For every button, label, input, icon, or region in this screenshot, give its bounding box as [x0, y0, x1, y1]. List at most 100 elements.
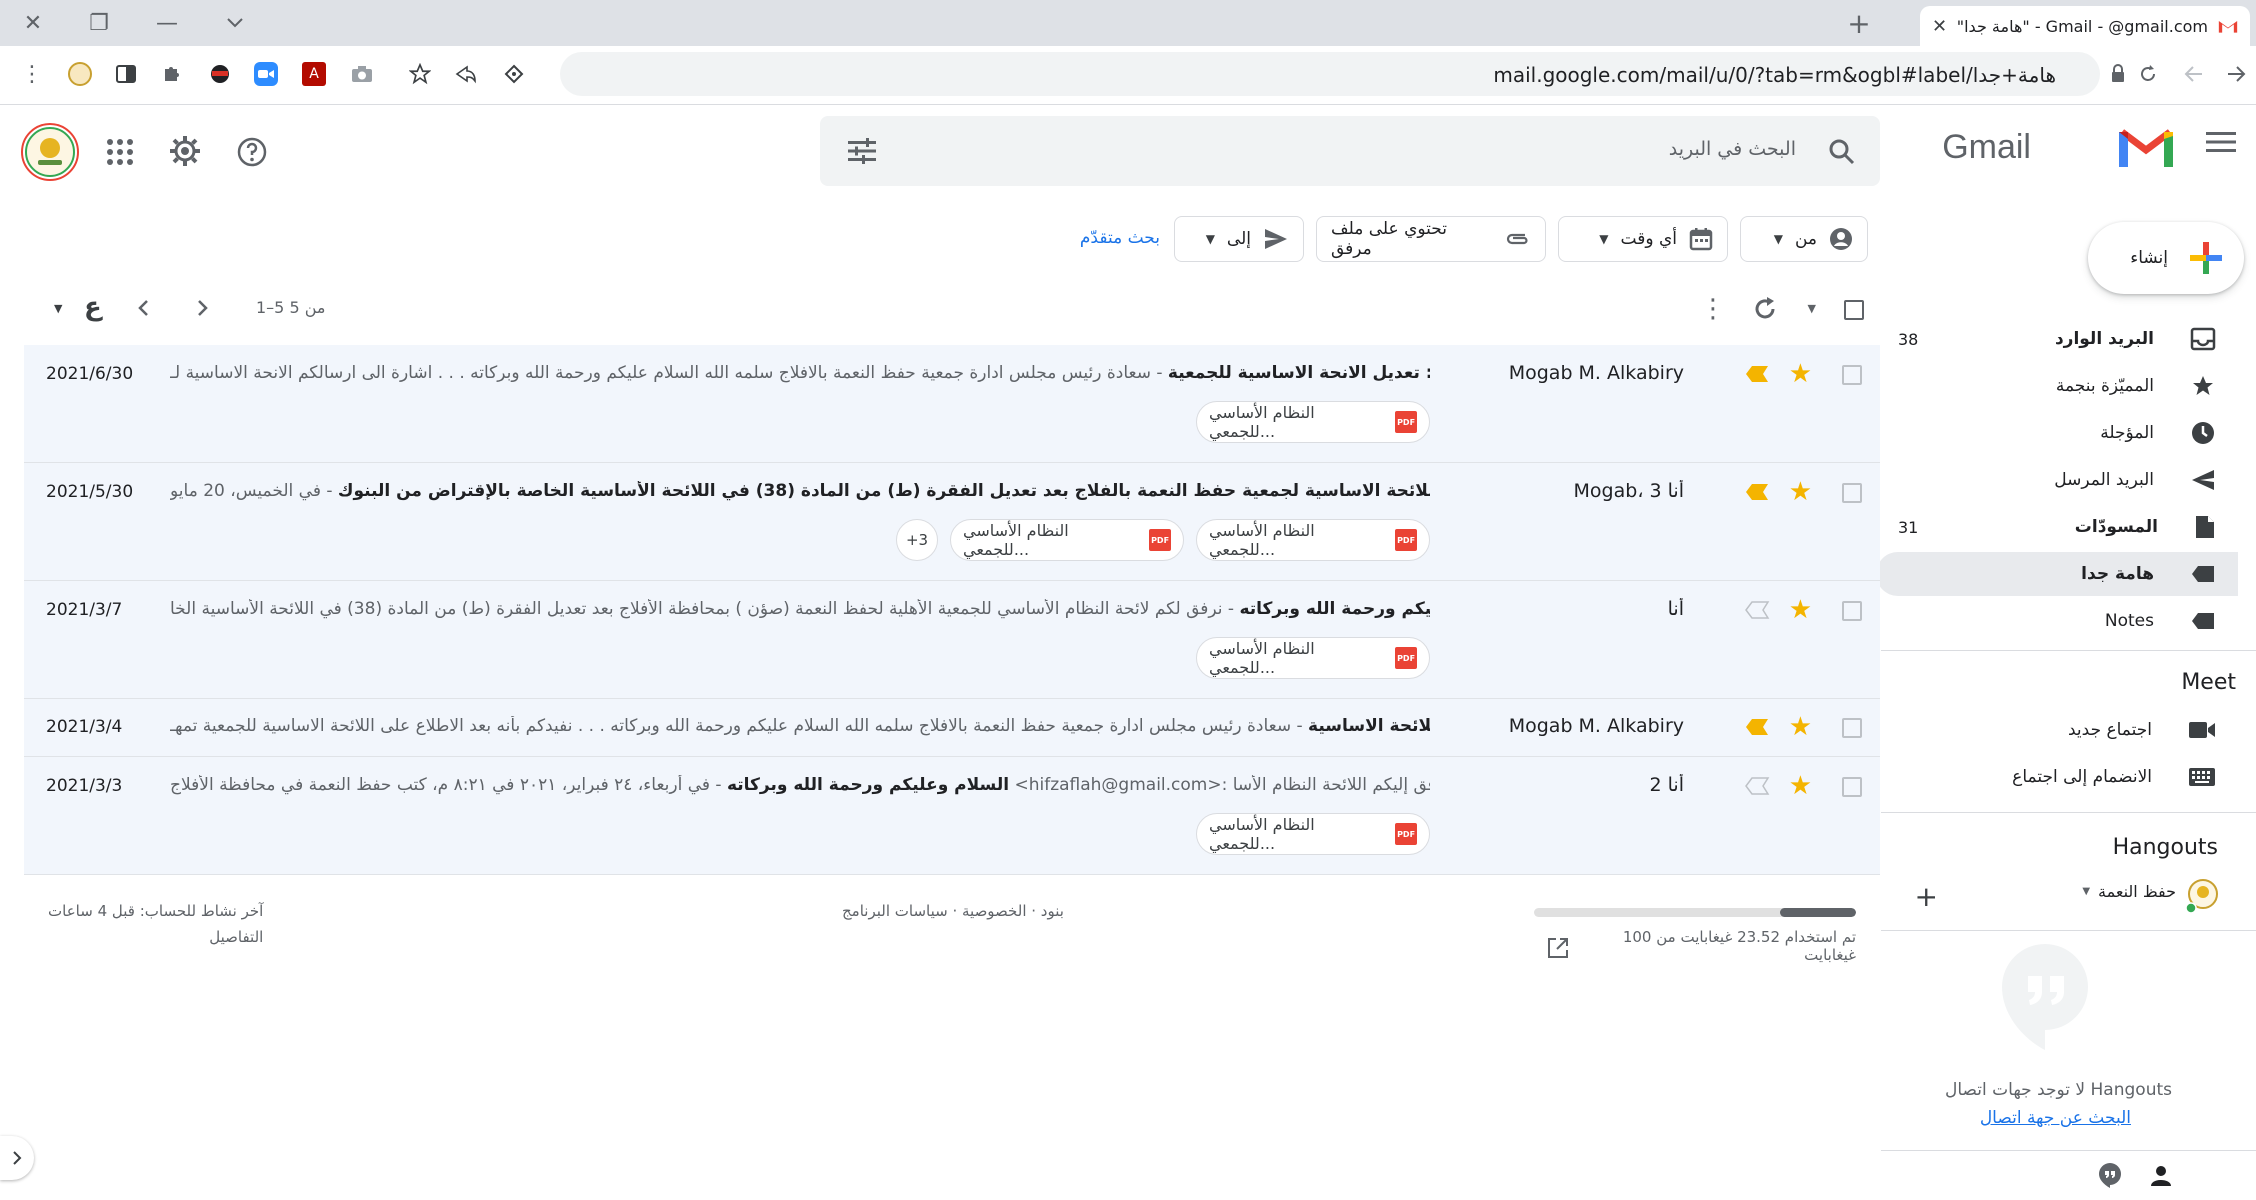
close-window-icon[interactable]: ✕	[10, 0, 56, 46]
minimize-window-icon[interactable]: —	[144, 0, 190, 46]
main-menu-icon[interactable]	[2206, 130, 2236, 158]
camera-extension-icon[interactable]	[342, 54, 382, 94]
more-actions-icon[interactable]: ⋮	[1700, 294, 1726, 324]
calendar-icon	[1689, 228, 1713, 251]
newer-page-icon[interactable]	[132, 296, 156, 324]
sidebar-item-important-label[interactable]: هامة جدا	[1876, 552, 2238, 596]
apps-grid-icon[interactable]	[106, 138, 134, 170]
side-panel-icon[interactable]	[106, 54, 146, 94]
help-icon[interactable]	[236, 136, 268, 172]
pdf-extension-icon[interactable]: A	[294, 54, 334, 94]
attachment-chip[interactable]: PDF النظام الأساسي للجمعي...	[950, 519, 1184, 561]
label-icon	[2192, 566, 2214, 582]
filter-chip-attachment[interactable]: تحتوي على ملف مرفق	[1316, 216, 1546, 262]
sidebar-item-inbox[interactable]: البريد الوارد 38	[1876, 317, 2238, 361]
email-sender: Mogab M. Alkabiry	[1508, 715, 1684, 737]
attachment-chip[interactable]: PDF النظام الأساسي للجمعي...	[1196, 519, 1430, 561]
select-menu-caret-icon[interactable]: ▼	[1808, 302, 1816, 315]
meet-new-meeting[interactable]: اجتماع جديد	[1876, 708, 2238, 752]
attachment-chip[interactable]: PDF النظام الأساسي للجمعي...	[1196, 813, 1430, 855]
table-row[interactable]: ★ أنا 2 السلام وعليكم ورحمة الله وبركاته…	[24, 757, 1880, 875]
open-in-new-icon[interactable]	[1546, 936, 1570, 964]
details-link[interactable]: التفاصيل	[48, 928, 263, 946]
table-row[interactable]: ★ Mogab M. Alkabiry إعادة توجيه: تعديل ا…	[24, 345, 1880, 463]
gmail-logo-icon[interactable]	[2118, 126, 2174, 172]
sidebar-item-drafts[interactable]: المسودّات 31	[1876, 505, 2238, 549]
tab-search-icon[interactable]	[212, 0, 258, 46]
refresh-icon[interactable]	[1752, 296, 1778, 326]
star-icon[interactable]: ★	[1789, 597, 1812, 623]
email-sender: أنا 2	[1649, 774, 1685, 796]
sidebar-item-starred[interactable]: المميّزة بنجمة	[1876, 364, 2238, 408]
row-checkbox[interactable]	[1842, 601, 1862, 621]
star-icon[interactable]: ★	[1789, 361, 1812, 387]
row-checkbox[interactable]	[1842, 365, 1862, 385]
account-avatar[interactable]	[20, 122, 80, 186]
table-row[interactable]: ★ Mogab، أنا 3 إعادة توجيه: بشأن اعتماد …	[24, 463, 1880, 581]
sidebar-item-snoozed[interactable]: المؤجلة	[1876, 411, 2238, 455]
add-contact-icon[interactable]: +	[1915, 880, 1938, 913]
extension-diamond-icon[interactable]	[494, 54, 534, 94]
find-contact-link[interactable]: البحث عن جهة اتصال	[1980, 1108, 2131, 1128]
hangouts-chat-icon[interactable]	[2098, 1162, 2122, 1192]
share-icon[interactable]	[446, 54, 486, 94]
meet-join-meeting[interactable]: الانضمام إلى اجتماع	[1876, 755, 2238, 799]
search-options-icon[interactable]	[848, 138, 876, 168]
bookmark-star-icon[interactable]	[400, 54, 440, 94]
star-icon[interactable]: ★	[1789, 479, 1812, 505]
filter-chip-to[interactable]: إلى ▼	[1174, 216, 1304, 262]
filter-chip-from[interactable]: من ▼	[1740, 216, 1868, 262]
restore-window-icon[interactable]: ❐	[76, 0, 122, 46]
older-page-icon[interactable]	[190, 296, 214, 324]
important-marker-icon[interactable]	[1744, 483, 1770, 501]
last-activity: آخر نشاط للحساب: قبل 4 ساعات التفاصيل	[48, 902, 263, 946]
attachment-name: النظام الأساسي للجمعي...	[1209, 639, 1315, 677]
caret-down-icon[interactable]: ▼	[2082, 886, 2090, 897]
ninja-extension-icon[interactable]	[200, 54, 240, 94]
sidebar-item-notes[interactable]: Notes	[1876, 599, 2238, 643]
attachment-chip[interactable]: PDF النظام الأساسي للجمعي...	[1196, 637, 1430, 679]
footer-links[interactable]: بنود · الخصوصية · سياسات البرنامج	[842, 902, 1064, 920]
advanced-search-link[interactable]: بحث متقدّم	[1080, 228, 1160, 248]
select-all-checkbox[interactable]	[1844, 300, 1864, 320]
compose-button[interactable]: إنشاء	[2088, 222, 2244, 294]
sidebar-item-sent[interactable]: البريد المرسل	[1876, 458, 2238, 502]
settings-gear-icon[interactable]	[168, 134, 202, 172]
new-tab-button[interactable]: +	[1836, 0, 1882, 46]
row-checkbox[interactable]	[1842, 483, 1862, 503]
star-icon[interactable]: ★	[1789, 773, 1812, 799]
input-tools-button[interactable]: ع	[84, 292, 102, 322]
row-checkbox[interactable]	[1842, 777, 1862, 797]
extensions-puzzle-icon[interactable]	[152, 54, 192, 94]
hangouts-user-avatar[interactable]	[2185, 878, 2220, 918]
important-marker-icon[interactable]	[1744, 718, 1770, 736]
email-subject: إعادة توجيه: بشأن اعتماد اللائحة الاساسي…	[170, 481, 1430, 501]
important-marker-icon[interactable]	[1744, 601, 1770, 619]
hangouts-user[interactable]: حفظ النعمة ▼	[2082, 882, 2176, 901]
input-tools-caret-icon[interactable]: ▼	[54, 302, 62, 315]
url-text[interactable]: mail.google.com/mail/u/0/?tab=rm&ogbl#la…	[1493, 63, 2056, 87]
table-row[interactable]: ★ أنا السلام عليكم ورحمة الله وبركاته - …	[24, 581, 1880, 699]
lock-icon[interactable]	[2110, 64, 2126, 88]
back-icon[interactable]	[2216, 54, 2256, 94]
expand-panel-icon[interactable]	[0, 1136, 34, 1180]
browser-menu-icon[interactable]: ⋮	[12, 54, 52, 94]
filter-chip-time[interactable]: أي وقت ▼	[1558, 216, 1728, 262]
forward-icon[interactable]	[2174, 54, 2214, 94]
reload-icon[interactable]	[2128, 54, 2168, 94]
tab-close-icon[interactable]: ✕	[1932, 16, 1947, 37]
zoom-extension-icon[interactable]	[246, 54, 286, 94]
sidebar-item-label: هامة جدا	[2081, 564, 2154, 584]
profile-avatar-icon[interactable]	[60, 54, 100, 94]
row-checkbox[interactable]	[1842, 718, 1862, 738]
more-attachments-chip[interactable]: +3	[896, 519, 938, 561]
active-tab[interactable]: "هامة جدا" - Gmail - @gmail.com ✕	[1920, 6, 2250, 46]
attachment-chip[interactable]: PDF النظام الأساسي للجمعي...	[1196, 401, 1430, 443]
contacts-person-icon[interactable]	[2148, 1162, 2174, 1192]
important-marker-icon[interactable]	[1744, 777, 1770, 795]
star-icon[interactable]: ★	[1789, 714, 1812, 740]
table-row[interactable]: ★ Mogab M. Alkabiry تعديل اللائحة الاساس…	[24, 699, 1880, 757]
search-placeholder[interactable]: البحث في البريد	[1669, 138, 1796, 160]
search-icon[interactable]	[1828, 138, 1856, 170]
important-marker-icon[interactable]	[1744, 365, 1770, 383]
